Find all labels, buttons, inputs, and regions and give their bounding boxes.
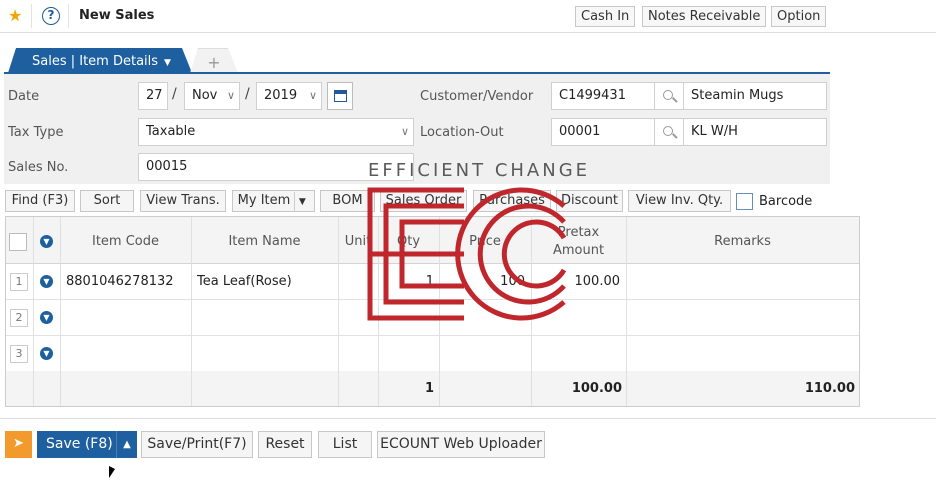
mouse-cursor: [109, 466, 115, 478]
customer-name-input[interactable]: Steamin Mugs: [683, 82, 827, 110]
chevron-down-icon: ∨: [308, 89, 317, 102]
location-search-icon[interactable]: [654, 118, 684, 146]
date-separator: /: [245, 86, 250, 102]
row-action-icon[interactable]: ▼: [40, 275, 53, 288]
save-print-button[interactable]: Save/Print(F7): [141, 431, 253, 458]
total-remarks: 110.00: [804, 381, 855, 396]
customer-search-icon[interactable]: [654, 82, 684, 110]
select-all-checkbox[interactable]: [9, 233, 27, 251]
tab-label: Sales | Item Details: [32, 54, 159, 69]
favorite-star-icon[interactable]: ★: [8, 6, 22, 25]
notes-receivable-button[interactable]: Notes Receivable: [642, 6, 767, 27]
divider: [31, 4, 32, 28]
table-row[interactable]: [6, 336, 859, 372]
header-remarks[interactable]: Remarks: [626, 234, 859, 249]
my-item-button[interactable]: My Item ▼: [232, 190, 315, 212]
save-label: Save (F8): [46, 436, 113, 452]
header-item-name[interactable]: Item Name: [191, 234, 338, 249]
caret-down-icon: ▼: [164, 58, 171, 68]
sales-no-label: Sales No.: [8, 160, 69, 175]
date-day-input[interactable]: 27: [138, 82, 168, 110]
ecount-web-uploader-button[interactable]: ECOUNT Web Uploader: [377, 431, 545, 458]
caret-up-icon[interactable]: ▲: [116, 431, 137, 458]
date-separator: /: [172, 86, 177, 102]
row-action-icon[interactable]: ▼: [40, 347, 53, 360]
help-icon[interactable]: ?: [42, 7, 60, 25]
divider: [0, 418, 936, 419]
caret-down-icon[interactable]: ▼: [294, 192, 309, 212]
divider: [68, 4, 69, 28]
ec-logo-watermark: [367, 187, 567, 321]
cash-in-button[interactable]: Cash In: [575, 6, 636, 27]
date-year-value: 2019: [264, 88, 298, 103]
header-item-code[interactable]: Item Code: [60, 234, 191, 249]
cell-item-code[interactable]: 8801046278132: [66, 274, 174, 289]
date-month-value: Nov: [192, 88, 218, 103]
location-out-label: Location-Out: [420, 125, 504, 140]
date-month-select[interactable]: Nov ∨: [184, 82, 240, 110]
date-label: Date: [8, 89, 40, 104]
barcode-checkbox[interactable]: [736, 193, 753, 210]
tab-sales-item-details[interactable]: Sales | Item Details ▼: [8, 48, 192, 73]
tax-type-label: Tax Type: [8, 125, 64, 140]
barcode-label: Barcode: [759, 194, 813, 209]
location-code-input[interactable]: 00001: [551, 118, 655, 146]
sort-button[interactable]: Sort: [80, 190, 134, 212]
row-action-icon[interactable]: ▼: [40, 311, 53, 324]
row-number: 1: [10, 273, 28, 291]
chevron-down-icon: ∨: [400, 125, 409, 138]
view-inv-qty-button[interactable]: View Inv. Qty.: [628, 190, 731, 212]
chevron-down-icon: ∨: [226, 89, 235, 102]
customer-vendor-label: Customer/Vendor: [420, 89, 534, 104]
my-item-label: My Item: [237, 193, 291, 208]
save-button[interactable]: Save (F8) ▲: [37, 431, 137, 458]
customer-code-input[interactable]: C1499431: [551, 82, 655, 110]
add-tab-button[interactable]: +: [190, 48, 238, 73]
watermark-text: EFFICIENT CHANGE: [368, 160, 591, 181]
tax-type-select[interactable]: Taxable ∨: [138, 118, 414, 146]
send-icon[interactable]: ➤: [5, 431, 32, 458]
view-trans-button[interactable]: View Trans.: [140, 190, 226, 212]
total-pretax-amount: 100.00: [571, 381, 622, 396]
row-number: 2: [10, 309, 28, 327]
location-name-input[interactable]: KL W/H: [683, 118, 827, 146]
total-qty: 1: [424, 381, 434, 396]
page-title: New Sales: [79, 8, 155, 23]
reset-button[interactable]: Reset: [258, 431, 312, 458]
list-button[interactable]: List: [318, 431, 372, 458]
row-number: 3: [10, 345, 28, 363]
download-icon[interactable]: ▼: [40, 235, 53, 248]
date-year-select[interactable]: 2019 ∨: [256, 82, 322, 110]
cell-item-name[interactable]: Tea Leaf(Rose): [197, 274, 292, 289]
option-button[interactable]: Option: [771, 6, 827, 27]
calendar-icon[interactable]: [327, 82, 353, 110]
top-bar: ★ ? New Sales Cash In Notes Receivable O…: [0, 0, 936, 33]
find-button[interactable]: Find (F3): [5, 190, 75, 212]
tax-type-value: Taxable: [146, 124, 196, 139]
